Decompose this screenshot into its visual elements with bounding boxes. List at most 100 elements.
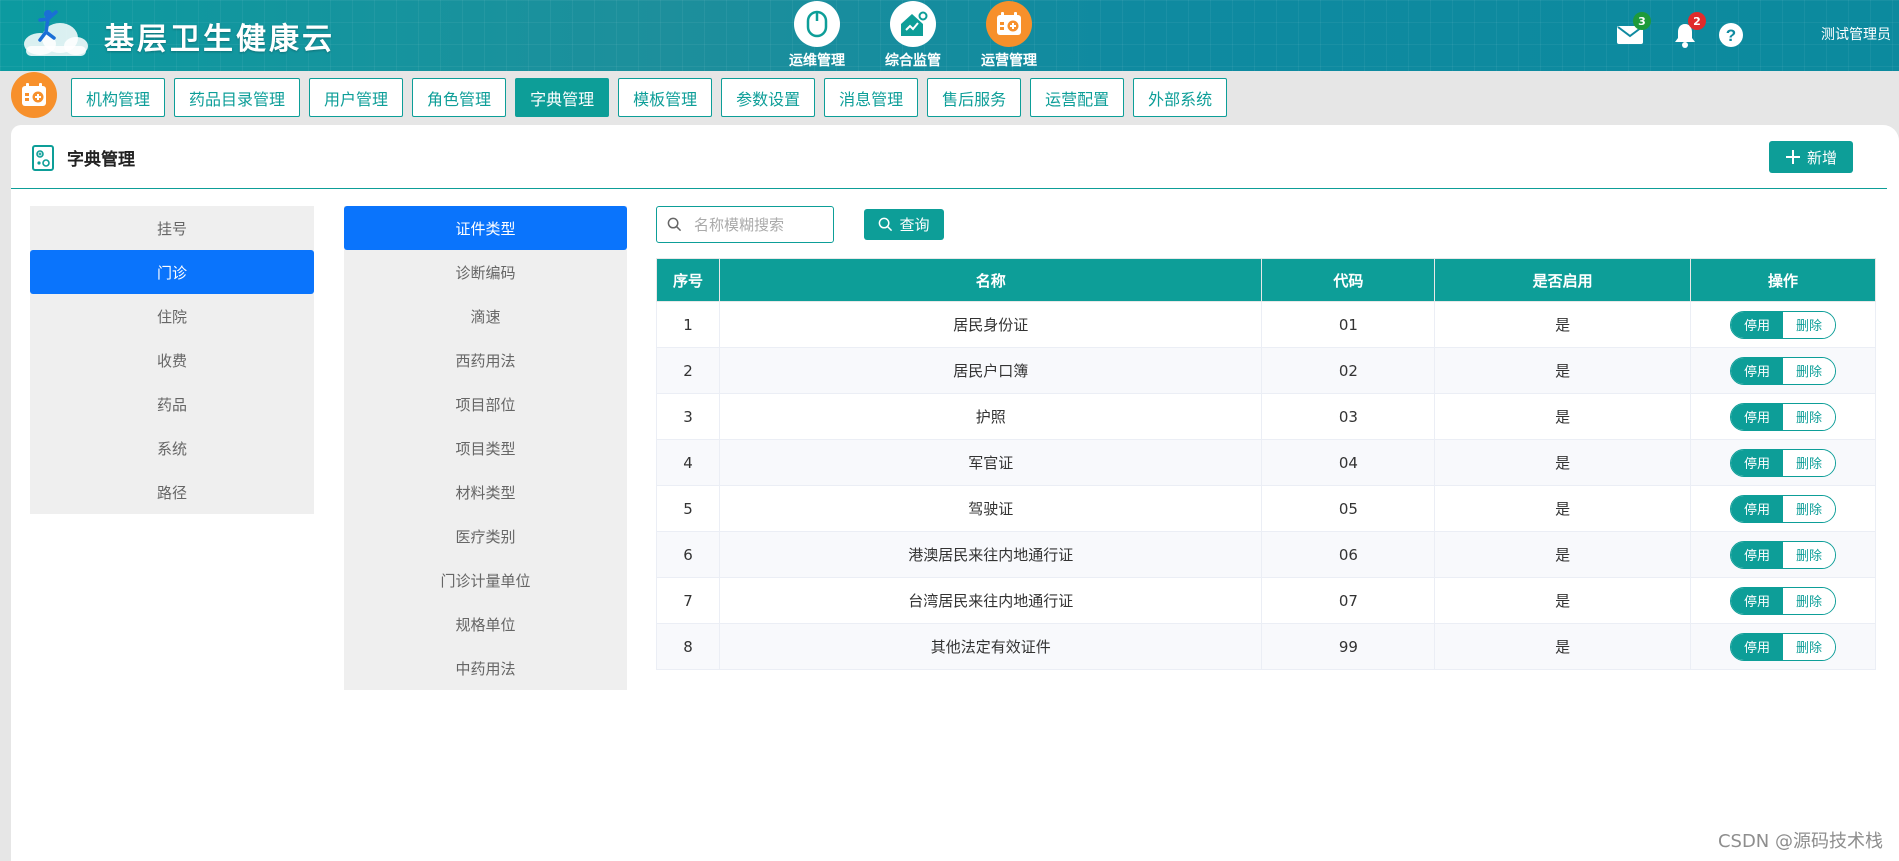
row-actions: 停用 删除 (1730, 448, 1837, 477)
notification-button[interactable]: 2 (1670, 12, 1706, 50)
subcategory-item[interactable]: 项目类型 (344, 426, 627, 470)
user-menu[interactable]: 测试管理员 (1821, 24, 1891, 44)
category-item[interactable]: 路径 (30, 470, 314, 514)
dictionary-table: 序号 名称 代码 是否启用 操作 1 居民身份证 01 是停用 删除 2 居民户口簿 02 是停… (656, 258, 1876, 670)
cell-name: 驾驶证 (718, 485, 1263, 532)
cell-code: 01 (1261, 301, 1436, 348)
category-item[interactable]: 系统 (30, 426, 314, 470)
subcategory-item[interactable]: 医疗类别 (344, 514, 627, 558)
help-button[interactable]: ? (1716, 20, 1746, 50)
row-actions: 停用 删除 (1730, 586, 1837, 615)
module-label: 运营管理 (981, 53, 1037, 69)
search-field (656, 206, 834, 243)
subcategory-item[interactable]: 诊断编码 (344, 250, 627, 294)
disable-button[interactable]: 停用 (1731, 403, 1784, 430)
cell-actions: 停用 删除 (1690, 301, 1876, 348)
subcategory-item[interactable]: 材料类型 (344, 470, 627, 514)
disable-button[interactable]: 停用 (1731, 311, 1784, 338)
table-row: 2 居民户口簿 02 是 停用 删除 (656, 347, 1876, 394)
disable-button[interactable]: 停用 (1731, 633, 1784, 660)
nav-tab[interactable]: 字典管理 (515, 78, 610, 117)
subcategory-item[interactable]: 证件类型 (344, 206, 627, 250)
disable-button[interactable]: 停用 (1731, 587, 1784, 614)
cell-no: 3 (656, 393, 720, 440)
table-row: 3 护照 03 是 停用 删除 (656, 393, 1876, 440)
add-button[interactable]: 新增 (1769, 141, 1853, 173)
nav-tab[interactable]: 消息管理 (824, 78, 919, 117)
cell-actions: 停用 删除 (1690, 531, 1876, 578)
subcategory-list: 证件类型 诊断编码 滴速 西药用法 项目部位 项目类型 材料类型 医疗类别 门诊计量单位 规格单位… (344, 206, 627, 690)
nav-tab[interactable]: 角色管理 (412, 78, 507, 117)
module-operations[interactable]: 运营管理 (974, 0, 1044, 71)
module-ops[interactable]: 运维管理 (782, 0, 852, 71)
subcategory-item[interactable]: 西药用法 (344, 338, 627, 382)
delete-button[interactable]: 删除 (1783, 587, 1836, 614)
module-switcher: 运维管理 综合监管 运营管理 (782, 0, 1044, 71)
query-button[interactable]: 查询 (864, 209, 944, 240)
module-supervision[interactable]: 综合监管 (878, 0, 948, 71)
search-icon (667, 217, 682, 232)
delete-button[interactable]: 删除 (1783, 633, 1836, 660)
cell-enabled: 是 (1434, 623, 1692, 670)
nav-tab[interactable]: 运营配置 (1030, 78, 1125, 117)
nav-tab[interactable]: 用户管理 (309, 78, 404, 117)
category-item[interactable]: 住院 (30, 294, 314, 338)
panel-header: 字典管理 新增 (11, 125, 1887, 189)
cell-enabled: 是 (1434, 393, 1692, 440)
cell-no: 5 (656, 485, 720, 532)
category-item[interactable]: 药品 (30, 382, 314, 426)
table-row: 5 驾驶证 05 是 停用 删除 (656, 485, 1876, 532)
subcategory-item[interactable]: 中药用法 (344, 646, 627, 690)
subcategory-item[interactable]: 滴速 (344, 294, 627, 338)
page-title: 字典管理 (67, 150, 135, 170)
category-list: 挂号 门诊 住院 收费 药品 系统 路径 (30, 206, 314, 514)
delete-button[interactable]: 删除 (1783, 449, 1836, 476)
calendar-plus-icon (986, 1, 1032, 47)
subcategory-item[interactable]: 项目部位 (344, 382, 627, 426)
cell-no: 6 (656, 531, 720, 578)
category-item[interactable]: 门诊 (30, 250, 314, 294)
disable-button[interactable]: 停用 (1731, 357, 1784, 384)
svg-text:?: ? (1726, 26, 1736, 45)
cell-name: 其他法定有效证件 (718, 623, 1263, 670)
cloud-logo-icon (24, 10, 88, 56)
category-item[interactable]: 挂号 (30, 206, 314, 250)
delete-button[interactable]: 删除 (1783, 495, 1836, 522)
nav-tab[interactable]: 药品目录管理 (174, 78, 301, 117)
mail-button[interactable]: 3 (1615, 12, 1651, 50)
disable-button[interactable]: 停用 (1731, 449, 1784, 476)
cell-code: 03 (1261, 393, 1436, 440)
nav-tab[interactable]: 模板管理 (618, 78, 713, 117)
delete-button[interactable]: 删除 (1783, 403, 1836, 430)
nav-tab[interactable]: 售后服务 (927, 78, 1022, 117)
cell-code: 06 (1261, 531, 1436, 578)
category-item[interactable]: 收费 (30, 338, 314, 382)
table-body: 1 居民身份证 01 是停用 删除 2 居民户口簿 02 是停用 删除 3 护照 03 是停用 删除 4 军官证… (656, 301, 1876, 670)
plus-icon (1785, 150, 1800, 164)
cell-enabled: 是 (1434, 301, 1692, 348)
cell-name: 护照 (718, 393, 1263, 440)
cell-actions: 停用 删除 (1690, 439, 1876, 486)
cell-code: 07 (1261, 577, 1436, 624)
nav-tabs: 机构管理 药品目录管理 用户管理 角色管理 字典管理 模板管理 参数设置 消息管理 售后服务 运营… (71, 78, 1228, 117)
subcategory-item[interactable]: 门诊计量单位 (344, 558, 627, 602)
disable-button[interactable]: 停用 (1731, 495, 1784, 522)
home-monitor-icon (890, 1, 936, 47)
cell-code: 04 (1261, 439, 1436, 486)
delete-button[interactable]: 删除 (1783, 311, 1836, 338)
nav-tab[interactable]: 机构管理 (71, 78, 166, 117)
cell-enabled: 是 (1434, 439, 1692, 486)
search-input[interactable] (694, 215, 819, 234)
delete-button[interactable]: 删除 (1783, 357, 1836, 384)
nav-tab[interactable]: 参数设置 (721, 78, 816, 117)
subcategory-item[interactable]: 规格单位 (344, 602, 627, 646)
column-header: 代码 (1261, 258, 1436, 302)
mail-badge: 3 (1633, 12, 1651, 30)
search-icon (879, 217, 893, 232)
nav-tab[interactable]: 外部系统 (1133, 78, 1228, 117)
delete-button[interactable]: 删除 (1783, 541, 1836, 568)
cell-name: 居民身份证 (718, 301, 1263, 348)
disable-button[interactable]: 停用 (1731, 541, 1784, 568)
row-actions: 停用 删除 (1730, 494, 1837, 523)
cell-no: 4 (656, 439, 720, 486)
